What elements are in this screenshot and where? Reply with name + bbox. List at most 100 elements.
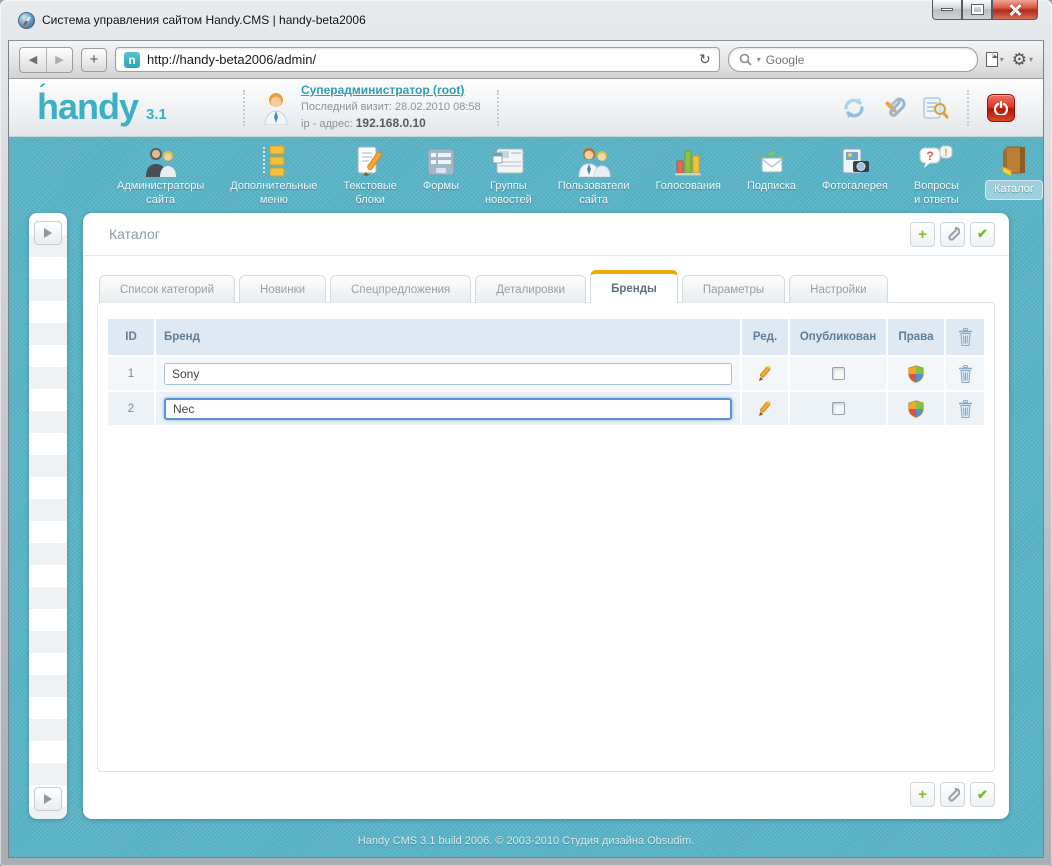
add-button-bottom[interactable]: + (910, 782, 935, 807)
tab-detailing[interactable]: Деталировки (475, 275, 586, 303)
trash-icon (958, 400, 973, 418)
trash-icon (958, 328, 973, 346)
nav-item-subscription[interactable]: Подписка (747, 143, 796, 194)
settings-button-bottom[interactable] (940, 782, 965, 807)
maximize-button[interactable] (962, 0, 992, 20)
rail-expand-bottom-button[interactable] (34, 787, 62, 811)
nav-label: Пользователи сайта (558, 180, 630, 208)
power-logout-button[interactable] (987, 94, 1015, 122)
nav-item-catalog[interactable]: Каталог (985, 143, 1043, 200)
tab-new-items[interactable]: Новинки (239, 275, 326, 303)
pencil-icon (757, 401, 773, 417)
superadmin-link[interactable]: Суперадминистратор (root) (301, 83, 464, 97)
tab-brands[interactable]: Бренды (590, 270, 678, 303)
nav-item-questions-answers[interactable]: ? ! Вопросы и ответы (914, 143, 959, 208)
logo-accent: ´ (39, 83, 45, 103)
exclamation-glyph: ! (945, 147, 949, 159)
published-checkbox[interactable] (832, 367, 845, 380)
question-glyph: ? (927, 149, 934, 163)
close-button[interactable] (992, 0, 1038, 20)
trash-icon (958, 365, 973, 383)
cms-body: Администраторы сайта Дополнительные меню (9, 137, 1043, 857)
url-input[interactable] (147, 52, 692, 67)
ip-line: ip - адрес: 192.168.0.10 (301, 115, 481, 133)
window-title: Система управления сайтом Handy.CMS | ha… (42, 13, 366, 27)
pencil-icon (757, 366, 773, 382)
delete-cell[interactable] (946, 357, 984, 390)
tab-special-offers[interactable]: Спецпредложения (330, 275, 471, 303)
nav-item-forms[interactable]: Формы (423, 143, 459, 194)
table-row: 2 (108, 392, 984, 425)
edit-cell[interactable] (742, 357, 788, 390)
nav-item-text-blocks[interactable]: Текстовые блоки (343, 143, 397, 208)
nav-item-photo-gallery[interactable]: Фотогалерея (822, 143, 888, 194)
photo-gallery-icon (839, 143, 871, 177)
separator (497, 90, 499, 126)
nav-label: Вопросы и ответы (914, 180, 959, 208)
published-checkbox[interactable] (832, 402, 845, 415)
user-block: Суперадминистратор (root) Последний визи… (261, 82, 481, 134)
brands-tab-content: ID Бренд Ред. Опубликован Права (97, 302, 995, 772)
brand-name-input[interactable] (164, 363, 732, 385)
handy-logo: handy´ 3.1 (37, 91, 227, 123)
title-bar[interactable]: Система управления сайтом Handy.CMS | ha… (8, 0, 1044, 40)
nav-item-polls[interactable]: Голосования (656, 143, 722, 194)
tab-settings[interactable]: Настройки (789, 275, 887, 303)
tools-icon[interactable] (881, 95, 907, 121)
browser-window: Система управления сайтом Handy.CMS | ha… (0, 0, 1052, 866)
search-input[interactable] (766, 53, 967, 67)
col-header-id: ID (108, 319, 154, 355)
gear-icon: ⚙ (1012, 50, 1027, 70)
settings-menu-button[interactable]: ⚙ ▾ (1012, 50, 1033, 70)
table-row: 1 (108, 357, 984, 390)
rail-expand-top-button[interactable] (34, 221, 62, 245)
rights-cell[interactable] (888, 357, 944, 390)
apply-button-bottom[interactable]: ✔ (970, 782, 995, 807)
wrench-icon (946, 227, 960, 241)
reload-icon[interactable]: ↻ (699, 51, 711, 68)
forms-icon (426, 143, 456, 177)
site-favicon-icon: n (124, 52, 140, 68)
refresh-icon[interactable] (841, 95, 867, 121)
edit-cell[interactable] (742, 392, 788, 425)
delete-cell[interactable] (946, 392, 984, 425)
tab-parameters[interactable]: Параметры (682, 275, 785, 303)
brand-name-input-focused[interactable] (164, 398, 732, 420)
nav-label-active: Каталог (985, 180, 1043, 200)
nav-label: Подписка (747, 180, 796, 194)
search-dropdown-icon[interactable]: ▾ (757, 55, 761, 64)
nav-item-site-users[interactable]: Пользователи сайта (558, 143, 630, 208)
minimize-button[interactable] (932, 0, 962, 20)
news-groups-icon (491, 143, 525, 177)
settings-button[interactable] (940, 222, 965, 247)
browser-toolbar: ◀ ▶ + n ↻ ▾ ▾ ⚙ (9, 41, 1043, 79)
page-dropdown-icon: ▾ (1000, 55, 1004, 64)
rights-cell[interactable] (888, 392, 944, 425)
forward-button[interactable]: ▶ (46, 48, 72, 72)
back-button[interactable]: ◀ (20, 48, 46, 72)
main-navigation: Администраторы сайта Дополнительные меню (9, 137, 1043, 209)
add-button[interactable]: + (910, 222, 935, 247)
subscription-icon (755, 143, 789, 177)
separator (967, 90, 969, 126)
nav-label: Голосования (656, 180, 722, 194)
cms-footer-text: Handy CMS 3.1 build 2006. © 2003-2010 Ст… (9, 825, 1043, 857)
table-header-row: ID Бренд Ред. Опубликован Права (108, 319, 984, 355)
tab-category-list[interactable]: Список категорий (99, 275, 235, 303)
apply-button[interactable]: ✔ (970, 222, 995, 247)
polls-icon (673, 143, 703, 177)
search-bar[interactable]: ▾ (728, 47, 978, 72)
nav-item-news-groups[interactable]: Группы новостей (485, 143, 532, 208)
col-header-published: Опубликован (790, 319, 886, 355)
shield-rights-icon (908, 365, 924, 383)
new-tab-button[interactable]: + (81, 48, 107, 72)
collapse-rail (29, 213, 67, 819)
search-preview-icon[interactable] (921, 95, 949, 121)
nav-item-site-admins[interactable]: Администраторы сайта (117, 143, 204, 208)
address-bar[interactable]: n ↻ (115, 47, 720, 72)
brands-table: ID Бренд Ред. Опубликован Права (108, 319, 984, 425)
cms-header: handy´ 3.1 Суперадминистратор (root) Пос… (9, 79, 1043, 137)
nav-item-extra-menus[interactable]: Дополнительные меню (230, 143, 317, 208)
page-menu-button[interactable]: ▾ (986, 52, 1004, 67)
ip-value: 192.168.0.10 (356, 116, 426, 130)
